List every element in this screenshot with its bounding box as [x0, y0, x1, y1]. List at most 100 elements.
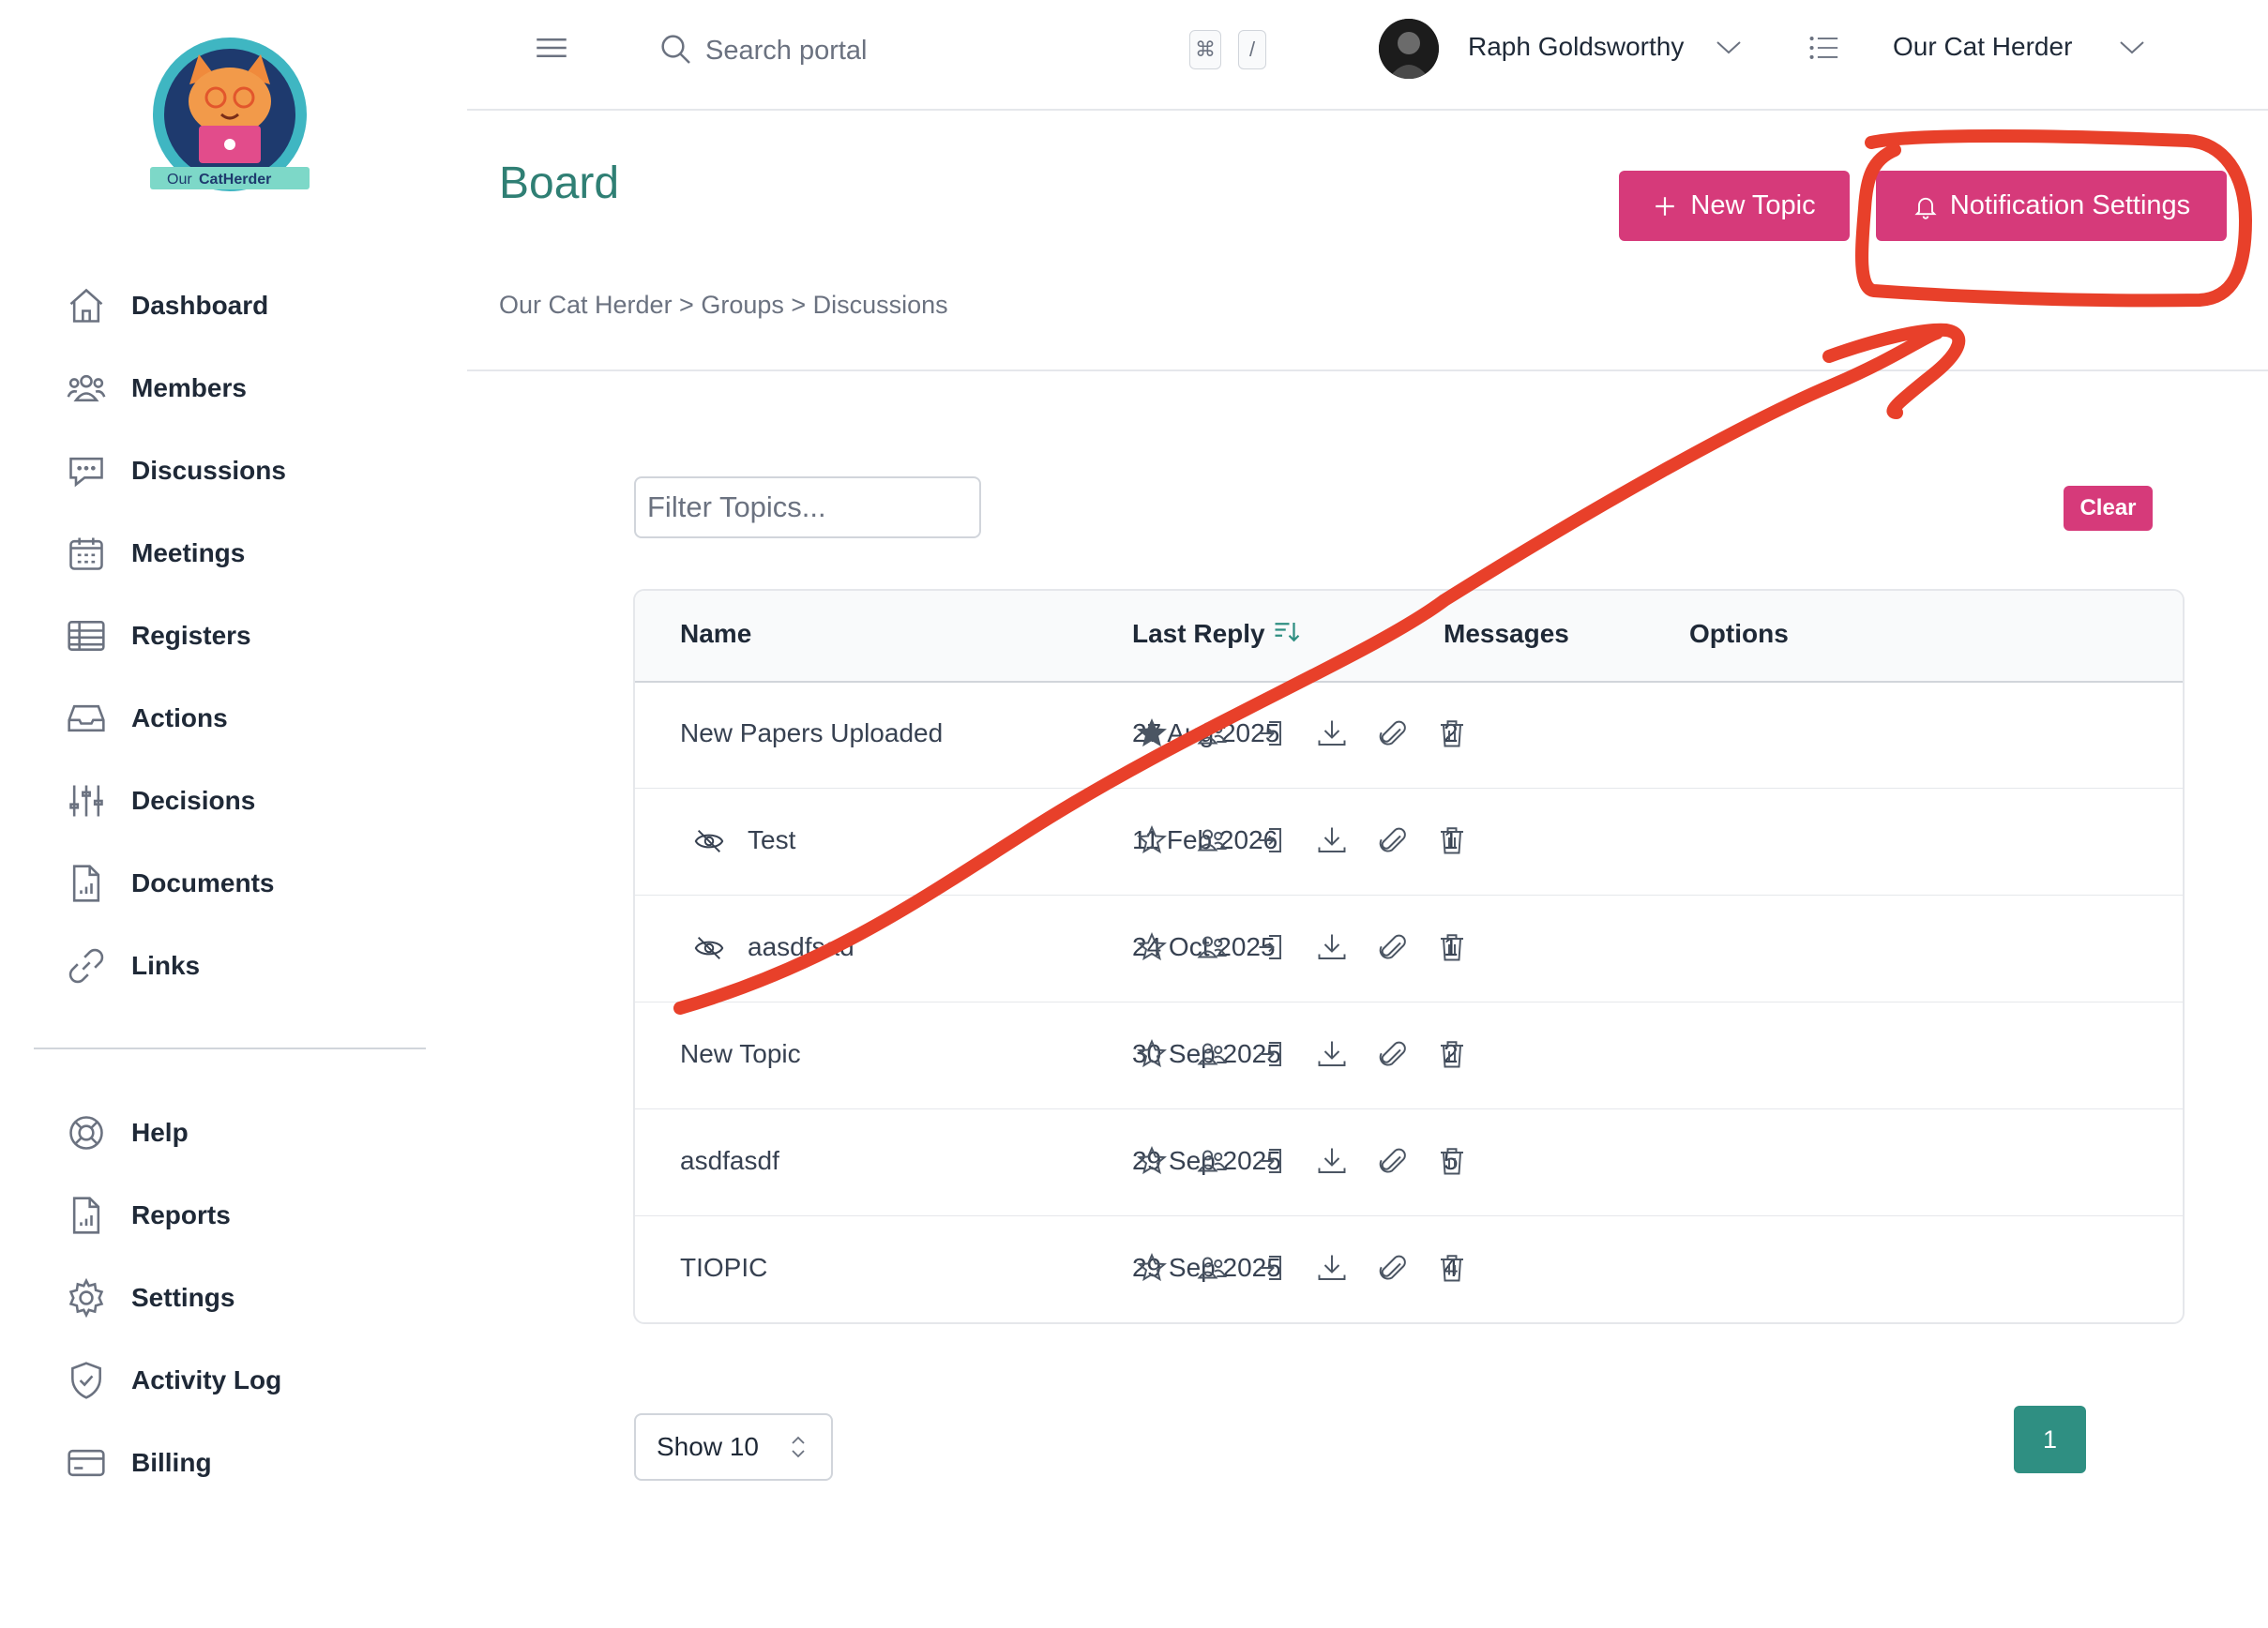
hamburger-menu-button[interactable]: [532, 28, 571, 68]
trash-icon[interactable]: [1435, 1251, 1469, 1285]
star-icon[interactable]: [1135, 1144, 1169, 1178]
members-icon[interactable]: [1195, 930, 1229, 964]
org-name[interactable]: Our Cat Herder: [1893, 32, 2072, 62]
logo-text-our: Our: [167, 172, 192, 188]
calendar-icon: [64, 531, 109, 576]
shortcut-key-slash: /: [1238, 30, 1266, 69]
topic-name[interactable]: New Papers Uploaded: [680, 718, 943, 748]
trash-icon[interactable]: [1435, 716, 1469, 750]
document-icon: [64, 861, 109, 906]
filter-topics-input[interactable]: [634, 476, 981, 538]
star-icon[interactable]: [1135, 1251, 1169, 1285]
attachment-icon[interactable]: [1375, 823, 1409, 857]
download-icon[interactable]: [1315, 930, 1349, 964]
table-row[interactable]: New Topic 30 Sep 2025 2: [635, 1002, 2183, 1109]
notification-settings-button[interactable]: Notification Settings: [1876, 171, 2227, 241]
pagination-page-button[interactable]: 1: [2014, 1406, 2086, 1473]
move-icon[interactable]: [1255, 823, 1289, 857]
sidebar-item-label: Registers: [131, 621, 251, 650]
attachment-icon[interactable]: [1375, 1037, 1409, 1071]
table-row[interactable]: asdfasdf 29 Sep 2025 5: [635, 1108, 2183, 1216]
sidebar-item-discussions[interactable]: Discussions: [64, 438, 286, 504]
topic-name[interactable]: aasdfsad: [748, 932, 854, 962]
shortcut-key-cmd: ⌘: [1189, 30, 1221, 69]
sidebar-item-label: Dashboard: [131, 291, 269, 320]
sidebar-item-actions[interactable]: Actions: [64, 686, 228, 751]
download-icon[interactable]: [1315, 1144, 1349, 1178]
new-topic-button[interactable]: New Topic: [1619, 171, 1850, 241]
members-icon[interactable]: [1195, 716, 1229, 750]
sidebar-item-dashboard[interactable]: Dashboard: [64, 273, 268, 339]
sidebar-item-meetings[interactable]: Meetings: [64, 520, 245, 586]
inbox-icon: [64, 696, 109, 741]
sidebar-item-members[interactable]: Members: [64, 355, 247, 421]
attachment-icon[interactable]: [1375, 716, 1409, 750]
column-header-messages[interactable]: Messages: [1444, 619, 1569, 649]
column-header-last-reply[interactable]: Last Reply: [1132, 619, 1265, 649]
members-icon[interactable]: [1195, 823, 1229, 857]
sidebar-item-help[interactable]: Help: [64, 1100, 189, 1166]
table-row[interactable]: Test 11 Feb 2026 1: [635, 788, 2183, 896]
list-icon[interactable]: [1808, 34, 1840, 62]
page-title: Board: [499, 158, 620, 208]
sidebar-item-billing[interactable]: Billing: [64, 1430, 212, 1496]
sidebar-item-documents[interactable]: Documents: [64, 851, 274, 916]
sidebar-item-registers[interactable]: Registers: [64, 603, 251, 669]
table-row[interactable]: TIOPIC 29 Sep 2025 4: [635, 1215, 2183, 1322]
attachment-icon[interactable]: [1375, 1144, 1409, 1178]
topic-name[interactable]: TIOPIC: [680, 1253, 767, 1283]
brand-logo[interactable]: Our CatHerder: [141, 28, 319, 193]
sidebar-item-label: Billing: [131, 1448, 212, 1477]
move-icon[interactable]: [1255, 930, 1289, 964]
lifebuoy-icon: [64, 1110, 109, 1155]
sort-descending-icon[interactable]: [1273, 619, 1301, 645]
trash-icon[interactable]: [1435, 1037, 1469, 1071]
sidebar-divider: [34, 1048, 426, 1049]
download-icon[interactable]: [1315, 823, 1349, 857]
topic-name[interactable]: Test: [748, 825, 795, 855]
move-icon[interactable]: [1255, 1251, 1289, 1285]
attachment-icon[interactable]: [1375, 930, 1409, 964]
trash-icon[interactable]: [1435, 930, 1469, 964]
sidebar-item-links[interactable]: Links: [64, 933, 200, 999]
attachment-icon[interactable]: [1375, 1251, 1409, 1285]
plus-icon: [1653, 194, 1677, 219]
column-header-name[interactable]: Name: [680, 619, 751, 649]
table-row[interactable]: New Papers Uploaded 27 Aug 2025 2: [635, 681, 2183, 789]
trash-icon[interactable]: [1435, 823, 1469, 857]
star-icon[interactable]: [1135, 823, 1169, 857]
org-chevron-down-icon[interactable]: [2118, 38, 2146, 58]
star-icon[interactable]: [1135, 930, 1169, 964]
search-input[interactable]: [703, 26, 1176, 75]
user-chevron-down-icon[interactable]: [1715, 38, 1743, 58]
members-icon[interactable]: [1195, 1037, 1229, 1071]
eye-off-icon: [693, 825, 725, 857]
breadcrumb[interactable]: Our Cat Herder > Groups > Discussions: [499, 291, 948, 320]
avatar[interactable]: [1379, 19, 1439, 79]
link-icon: [64, 943, 109, 988]
clear-button[interactable]: Clear: [2064, 486, 2153, 531]
page-size-select[interactable]: Show 10: [634, 1413, 833, 1481]
sidebar-item-settings[interactable]: Settings: [64, 1265, 234, 1331]
updown-icon: [789, 1434, 808, 1460]
trash-icon[interactable]: [1435, 1144, 1469, 1178]
sidebar-item-decisions[interactable]: Decisions: [64, 768, 255, 834]
members-icon[interactable]: [1195, 1251, 1229, 1285]
user-name[interactable]: Raph Goldsworthy: [1468, 32, 1684, 62]
move-icon[interactable]: [1255, 716, 1289, 750]
move-icon[interactable]: [1255, 1144, 1289, 1178]
sidebar-item-activity-log[interactable]: Activity Log: [64, 1348, 281, 1413]
bell-icon: [1913, 193, 1939, 219]
download-icon[interactable]: [1315, 1037, 1349, 1071]
topic-name[interactable]: New Topic: [680, 1039, 801, 1069]
star-icon[interactable]: [1135, 716, 1169, 750]
members-icon[interactable]: [1195, 1144, 1229, 1178]
move-icon[interactable]: [1255, 1037, 1289, 1071]
download-icon[interactable]: [1315, 1251, 1349, 1285]
topic-name[interactable]: asdfasdf: [680, 1146, 779, 1176]
sidebar-item-reports[interactable]: Reports: [64, 1183, 231, 1248]
table-row[interactable]: aasdfsad 24 Oct 2025 1: [635, 895, 2183, 1002]
download-icon[interactable]: [1315, 716, 1349, 750]
star-icon[interactable]: [1135, 1037, 1169, 1071]
sidebar-item-label: Reports: [131, 1200, 231, 1229]
